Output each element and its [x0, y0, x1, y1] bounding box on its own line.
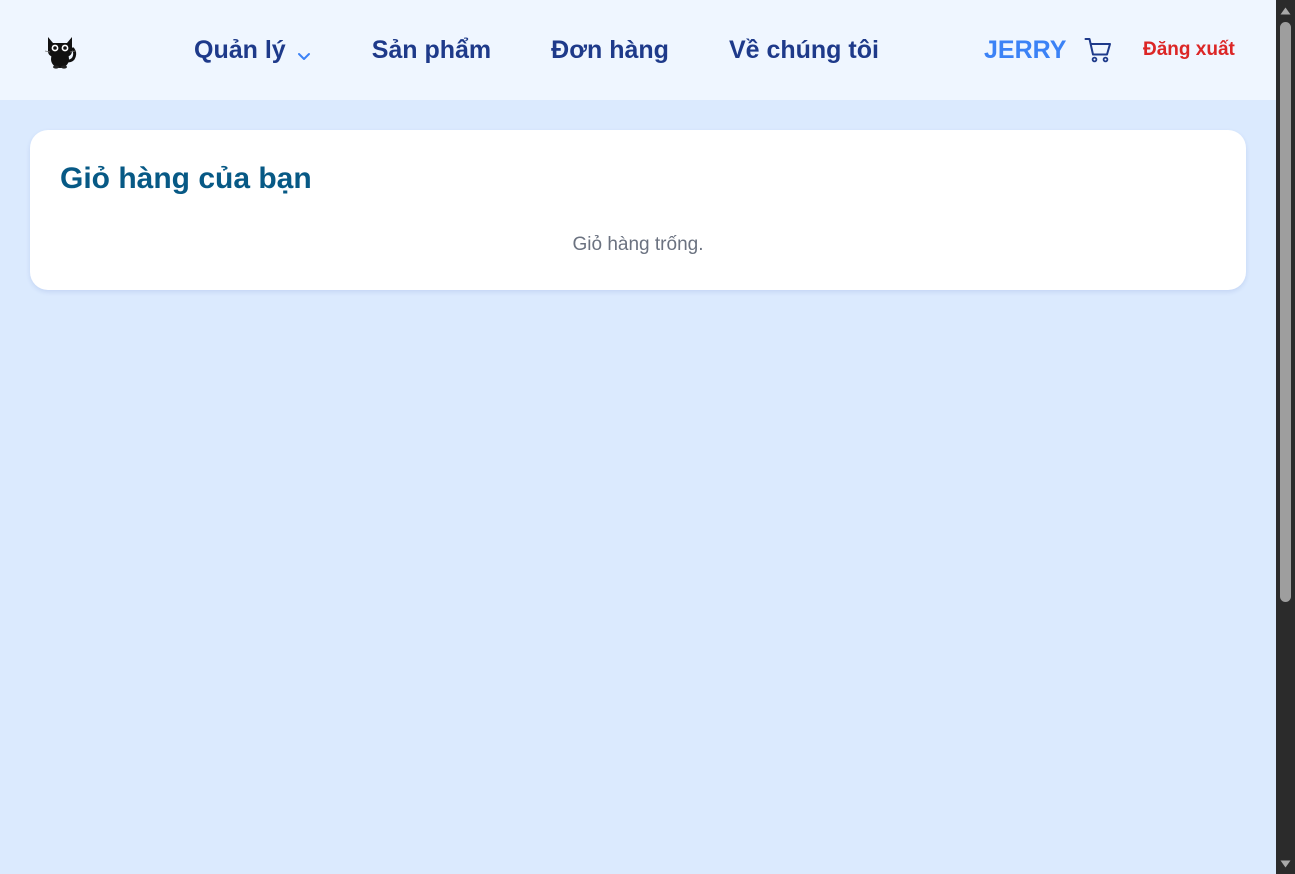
page-title: Giỏ hàng của bạn [60, 162, 312, 195]
scroll-up-arrow-icon[interactable] [1276, 2, 1295, 19]
main-nav: Quản lý Sản phẩm Đơn hàng Về chúng tôi [194, 0, 879, 100]
cart-card: Giỏ hàng của bạn Giỏ hàng trống. [30, 130, 1246, 290]
nav-item-products[interactable]: Sản phẩm [372, 36, 491, 65]
chevron-down-icon [296, 42, 312, 60]
nav-item-products-label: Sản phẩm [371, 35, 492, 64]
nav-item-manage-label: Quản lý [194, 35, 286, 64]
app-viewport: Quản lý Sản phẩm Đơn hàng Về chúng tôi J… [0, 0, 1276, 874]
vertical-scrollbar[interactable] [1276, 0, 1295, 874]
nav-item-orders[interactable]: Đơn hàng [551, 36, 669, 65]
logout-button[interactable]: Đăng xuất [1143, 0, 1235, 100]
nav-item-about-label: Về chúng tôi [728, 35, 879, 64]
nav-item-orders-label: Đơn hàng [551, 35, 669, 64]
black-cat-logo-icon[interactable] [42, 31, 78, 69]
user-name[interactable]: JERRY [984, 0, 1066, 100]
empty-cart-message: Giỏ hàng trống. [572, 234, 704, 255]
scrollbar-thumb[interactable] [1280, 22, 1291, 602]
top-navbar: Quản lý Sản phẩm Đơn hàng Về chúng tôi J… [0, 0, 1276, 100]
nav-item-about[interactable]: Về chúng tôi [729, 36, 879, 65]
nav-item-manage[interactable]: Quản lý [194, 36, 312, 65]
scroll-down-arrow-icon[interactable] [1276, 855, 1295, 872]
shopping-cart-icon[interactable] [1084, 36, 1112, 64]
